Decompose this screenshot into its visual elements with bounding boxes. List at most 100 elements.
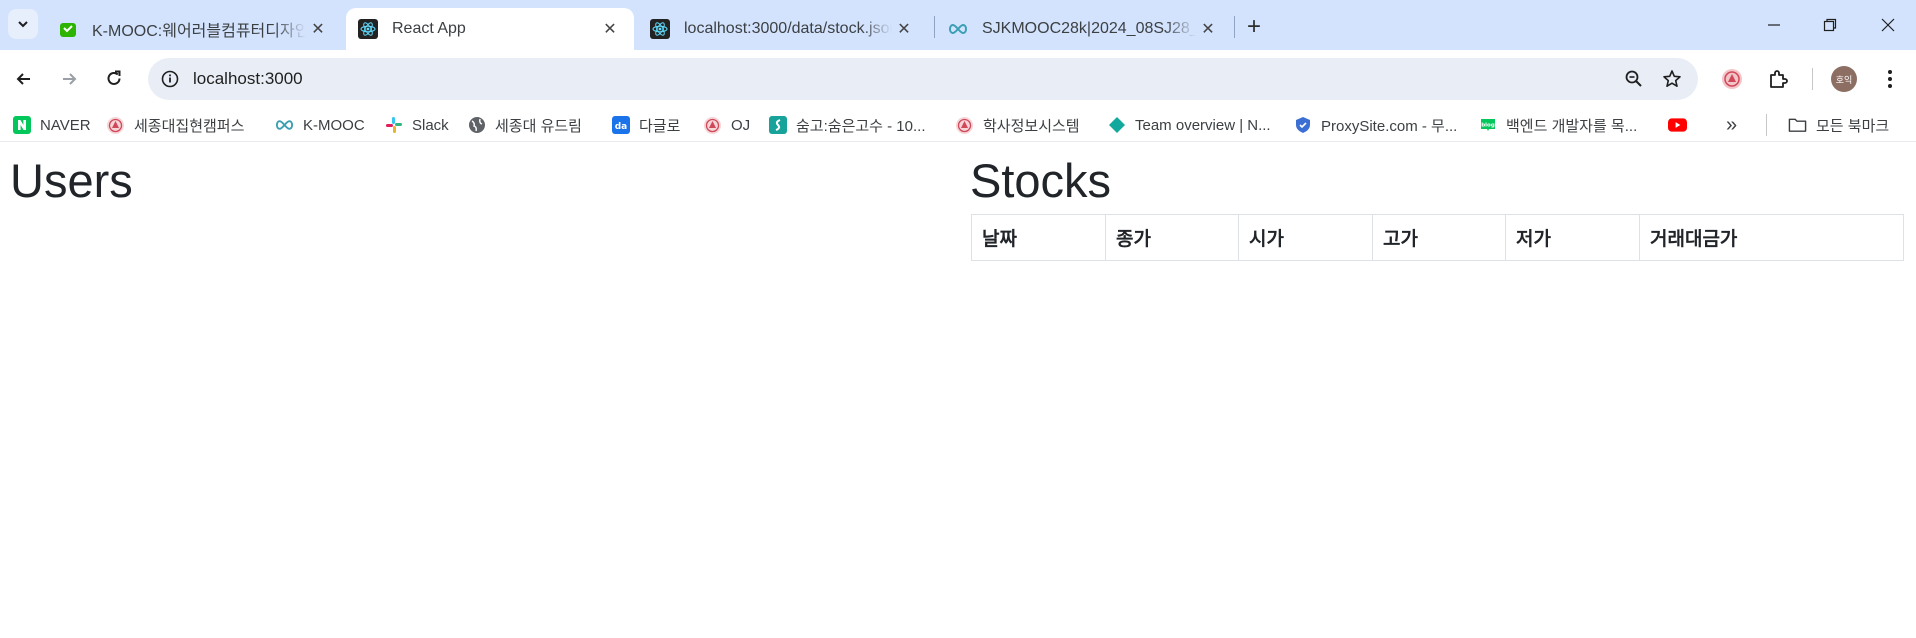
bookmark-sejong-campus[interactable]: 세종대집현캠퍼스 xyxy=(106,114,244,136)
sejong-icon xyxy=(106,116,125,135)
react-icon xyxy=(358,19,378,39)
bookmark-haksa[interactable]: 학사정보시스템 xyxy=(955,114,1080,136)
bookmark-daglo[interactable]: da 다글로 xyxy=(611,114,680,136)
slack-icon xyxy=(384,116,403,135)
daglo-icon: da xyxy=(611,116,630,135)
bookmark-label: OJ xyxy=(731,116,751,134)
close-window-button[interactable] xyxy=(1868,10,1908,40)
bookmark-proxysite[interactable]: ProxySite.com - 무... xyxy=(1293,114,1457,136)
reload-button[interactable] xyxy=(98,63,130,95)
address-bar[interactable]: localhost:3000 xyxy=(148,58,1698,100)
bookmark-label: 숨고:숨은고수 - 10... xyxy=(796,117,926,135)
new-tab-button[interactable]: + xyxy=(1240,13,1268,41)
bookmarks-divider xyxy=(1766,114,1767,136)
column-header-date: 날짜 xyxy=(971,214,1106,261)
bookmark-team-overview[interactable]: Team overview | N... xyxy=(1107,114,1271,136)
back-button[interactable] xyxy=(8,63,40,95)
react-icon xyxy=(650,19,670,39)
bookmarks-bar: NAVER 세종대집현캠퍼스 K-MOOC Slack 세종대 유드림 da 다… xyxy=(0,108,1916,142)
tab-search-button[interactable] xyxy=(8,9,38,39)
tab-title: React App xyxy=(392,20,466,37)
tab-react-app[interactable]: React App ✕ xyxy=(346,8,634,50)
bookmark-soomgo[interactable]: 숨고:숨은고수 - 10... xyxy=(768,114,926,136)
column-header-close: 종가 xyxy=(1105,214,1239,261)
bookmark-label: Team overview | N... xyxy=(1135,116,1271,134)
url-text[interactable]: localhost:3000 xyxy=(193,58,303,100)
column-header-open: 시가 xyxy=(1238,214,1373,261)
sejong-icon xyxy=(703,116,722,135)
bookmark-label: K-MOOC xyxy=(303,116,365,134)
reload-icon xyxy=(107,70,121,85)
zoom-icon[interactable] xyxy=(1622,67,1646,91)
bookmark-label: 다글로 xyxy=(639,117,681,135)
tab-title: localhost:3000/data/stock.json xyxy=(684,20,892,37)
bookmark-label: 세종대 유드림 xyxy=(495,117,582,135)
tab-separator xyxy=(1234,16,1235,38)
close-icon xyxy=(1881,18,1895,32)
tab-sjkmooc[interactable]: SJKMOOC28k|2024_08SJ28_R ✕ xyxy=(936,8,1232,50)
bookmark-label: 세종대집현캠퍼스 xyxy=(134,117,245,135)
extensions-puzzle-icon[interactable] xyxy=(1762,63,1794,95)
tab-strip: K-MOOC:웨어러블컴퓨터디자인 ✕ React App ✕ localhos… xyxy=(0,0,1916,50)
browser-toolbar: localhost:3000 호익 xyxy=(0,50,1916,108)
column-header-trade-value: 거래대금가 xyxy=(1639,214,1904,261)
bookmarks-overflow-button[interactable]: » xyxy=(1726,114,1737,136)
bookmark-label: Slack xyxy=(412,116,449,134)
restore-button[interactable] xyxy=(1810,10,1850,40)
kmooc-icon xyxy=(275,116,294,135)
users-heading: Users xyxy=(10,154,133,207)
tab-separator xyxy=(934,16,935,38)
bookmark-oj[interactable]: OJ xyxy=(703,114,750,136)
bookmark-kmooc[interactable]: K-MOOC xyxy=(275,114,365,136)
minimize-button[interactable] xyxy=(1754,10,1794,40)
close-icon[interactable]: ✕ xyxy=(892,17,916,41)
kmooc-favicon-icon xyxy=(58,19,78,39)
bookmark-udream[interactable]: 세종대 유드림 xyxy=(467,114,582,136)
chevron-down-icon xyxy=(18,21,28,28)
forward-button[interactable] xyxy=(53,63,85,95)
toolbar-divider xyxy=(1812,68,1813,90)
menu-kebab-icon[interactable] xyxy=(1874,63,1906,95)
blog-icon: blog xyxy=(1478,116,1497,135)
column-header-low: 저가 xyxy=(1505,214,1640,261)
stocks-table: 날짜 종가 시가 고가 저가 거래대금가 xyxy=(971,214,1904,261)
bookmark-naver[interactable]: NAVER xyxy=(12,114,91,136)
bookmark-label: 모든 북마크 xyxy=(1816,117,1890,135)
svg-text:blog: blog xyxy=(1481,123,1495,129)
restore-icon xyxy=(1823,18,1837,32)
bookmark-label: NAVER xyxy=(40,116,91,134)
table-header-row: 날짜 종가 시가 고가 저가 거래대금가 xyxy=(971,214,1904,261)
page-content: Users Stocks 날짜 종가 시가 고가 저가 거래대금가 xyxy=(0,143,1916,638)
tab-stock-json[interactable]: localhost:3000/data/stock.json ✕ xyxy=(638,8,928,50)
tab-kmooc[interactable]: K-MOOC:웨어러블컴퓨터디자인 ✕ xyxy=(46,8,342,50)
soomgo-icon xyxy=(768,116,787,135)
bookmark-blog[interactable]: blog 백엔드 개발자를 목... xyxy=(1478,114,1637,136)
column-header-high: 고가 xyxy=(1372,214,1506,261)
globe-icon xyxy=(467,116,486,135)
close-icon[interactable]: ✕ xyxy=(306,17,330,41)
info-icon[interactable] xyxy=(158,67,182,91)
tab-title: K-MOOC:웨어러블컴퓨터디자인 xyxy=(92,23,306,40)
minimize-icon xyxy=(1768,24,1780,26)
bookmark-youtube[interactable] xyxy=(1668,114,1696,136)
youtube-icon xyxy=(1668,116,1687,135)
close-icon[interactable]: ✕ xyxy=(598,17,622,41)
all-bookmarks-folder[interactable]: 모든 북마크 xyxy=(1788,114,1889,136)
close-icon[interactable]: ✕ xyxy=(1196,17,1220,41)
arrow-left-icon xyxy=(16,73,30,85)
naver-icon xyxy=(12,116,31,135)
double-chevron-right-icon: » xyxy=(1726,113,1738,136)
arrow-right-icon xyxy=(63,73,77,85)
bookmark-label: ProxySite.com - 무... xyxy=(1321,117,1458,135)
profile-avatar[interactable]: 호익 xyxy=(1831,66,1857,92)
extension-sejong-icon[interactable] xyxy=(1716,63,1748,95)
shield-icon xyxy=(1293,116,1312,135)
kmooc-infinity-icon xyxy=(948,19,968,39)
bookmark-slack[interactable]: Slack xyxy=(384,114,449,136)
diamond-icon xyxy=(1107,116,1126,135)
bookmark-star-icon[interactable] xyxy=(1660,67,1684,91)
stocks-heading: Stocks xyxy=(970,154,1112,207)
sejong-icon xyxy=(955,116,974,135)
bookmark-label: 백엔드 개발자를 목... xyxy=(1506,117,1638,135)
tab-title: SJKMOOC28k|2024_08SJ28_R xyxy=(982,20,1196,37)
